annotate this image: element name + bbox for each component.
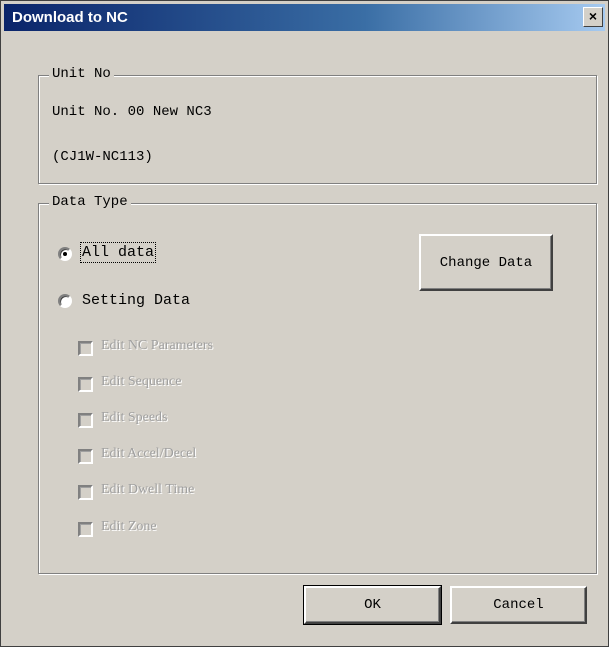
unit-model-text: (CJ1W-NC113) <box>52 149 153 165</box>
unit-no-group-title: Unit No <box>49 66 114 82</box>
close-icon: × <box>588 8 598 24</box>
all-data-radio[interactable] <box>58 247 72 261</box>
edit-accel-decel-label: Edit Accel/Decel <box>101 446 197 461</box>
setting-data-label[interactable]: Setting Data <box>82 292 190 309</box>
all-data-label[interactable]: All data <box>79 242 157 263</box>
window-title: Download to NC <box>12 9 128 26</box>
cancel-button[interactable]: Cancel <box>450 586 587 624</box>
unit-no-group: Unit No <box>38 66 597 184</box>
edit-zone-checkbox[interactable] <box>78 522 93 537</box>
edit-dwell-time-checkbox[interactable] <box>78 485 93 500</box>
data-type-group-title: Data Type <box>49 194 131 210</box>
edit-nc-parameters-checkbox[interactable] <box>78 341 93 356</box>
edit-sequence-label: Edit Sequence <box>101 374 182 389</box>
ok-button[interactable]: OK <box>303 585 442 625</box>
edit-zone-label: Edit Zone <box>101 519 157 534</box>
edit-speeds-label: Edit Speeds <box>101 410 168 425</box>
title-bar[interactable]: Download to NC × <box>4 4 605 31</box>
unit-name-text: Unit No. 00 New NC3 <box>52 104 212 120</box>
close-button[interactable]: × <box>583 7 603 27</box>
edit-dwell-time-label: Edit Dwell Time <box>101 482 195 497</box>
edit-speeds-checkbox[interactable] <box>78 413 93 428</box>
edit-sequence-checkbox[interactable] <box>78 377 93 392</box>
download-to-nc-dialog: Download to NC × Unit No Unit No. 00 New… <box>0 0 609 647</box>
edit-nc-parameters-label: Edit NC Parameters <box>101 338 213 353</box>
change-data-button[interactable]: Change Data <box>419 234 553 291</box>
edit-accel-decel-checkbox[interactable] <box>78 449 93 464</box>
setting-data-radio[interactable] <box>58 294 72 308</box>
